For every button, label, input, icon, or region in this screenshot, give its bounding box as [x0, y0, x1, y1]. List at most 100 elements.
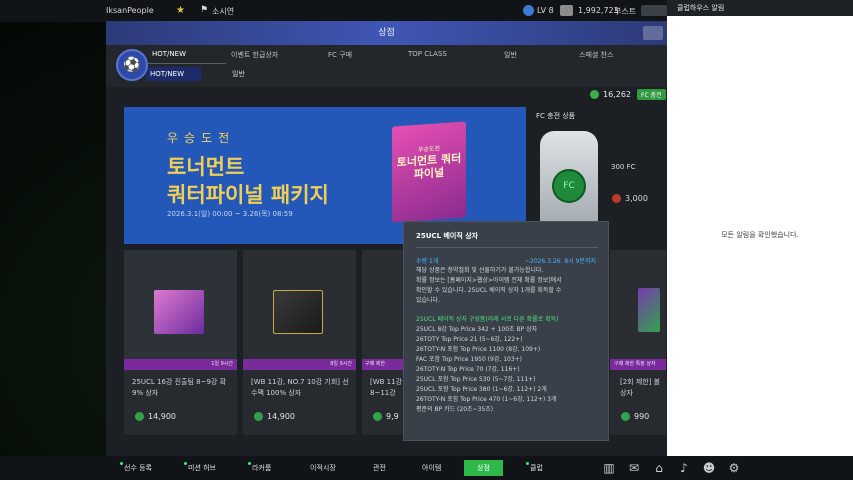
tooltip-item: 26TOTY-N 포함 Top Price 470 (1~6강, 112+) 3… — [416, 396, 557, 403]
product-name: [WB 11강, NO.7 10강 기회] 선수팩 100% 상자 — [251, 378, 349, 397]
tooltip-expiry: ~2026.3.26. 8시 9분까지 — [524, 258, 596, 265]
notification-dot — [184, 462, 187, 465]
product-timer: 구매 제한 — [362, 359, 404, 370]
home-icon[interactable]: ⌂ — [651, 460, 667, 476]
tooltip-composition-title: 25UCL 베이직 상자 구성품(아래 서로 다른 확률로 획득) — [416, 316, 559, 323]
boost-pill[interactable] — [641, 5, 667, 16]
tooltip-item: 26TOTY Top Price 21 (5~6강, 122+) — [416, 336, 523, 343]
subtab-hot-new[interactable]: HOT/NEW — [146, 67, 201, 81]
tab-event-box[interactable]: 이벤트 한급상자 — [231, 50, 278, 60]
fc-price-value: 3,000 — [625, 194, 648, 203]
fc-coin-icon — [373, 412, 382, 421]
fc-coin-image: FC — [552, 169, 586, 203]
tooltip-item-list: 25UCL 8강 Top Price 342 + 100조 BP 상자 26TO… — [416, 325, 596, 415]
tooltip-item: 25UCL 포함 Top Price 380 (1~6강, 112+) 2개 — [416, 386, 547, 393]
summon-label[interactable]: 소시연 — [212, 6, 234, 17]
tooltip-item: 25UCL 포함 Top Price 530 (5~7강, 111+) — [416, 376, 536, 383]
nav-label: 라커룸 — [252, 464, 272, 472]
tab-fc-buy[interactable]: FC 구매 — [328, 50, 352, 60]
coin-icon — [560, 5, 573, 16]
product-card[interactable]: 구매 제한 특정 상자 [2회 제한] 볼 상자 990 — [610, 250, 666, 435]
banner-title-line1: 토너먼트 — [167, 155, 245, 179]
product-art — [243, 250, 356, 359]
fc-balance: 16,262 FC 충전 — [590, 89, 666, 100]
fc-coin-icon — [135, 412, 144, 421]
fc-coin-icon — [254, 412, 263, 421]
gear-icon[interactable]: ⚙ — [726, 460, 742, 476]
product-art — [124, 250, 237, 359]
notification-dot — [248, 462, 251, 465]
product-price: 990 — [621, 412, 649, 421]
product-price: 14,900 — [135, 412, 176, 421]
nav-label: 미션 허브 — [188, 464, 216, 472]
profile-icon[interactable]: ☻ — [701, 460, 717, 476]
product-card[interactable]: 8일 9시간 [WB 11강, NO.7 10강 기회] 선수팩 100% 상자… — [243, 250, 356, 435]
tooltip-title: 25UCL 베이직 상자 — [416, 232, 479, 240]
tab-top-class[interactable]: TOP CLASS — [408, 50, 447, 58]
nav-label: 클럽 — [530, 464, 543, 472]
notification-panel: 클럽하우스 알림 모든 알림을 확인했습니다. — [667, 0, 853, 456]
cash-icon — [612, 194, 621, 203]
shop-tabs: HOT/NEW 이벤트 한급상자 FC 구매 TOP CLASS 일반 스페셜 … — [106, 45, 667, 87]
banner-date: 2026.3.1(일) 00:00 ~ 3.26(목) 08:59 — [167, 210, 293, 218]
nav-locker-room[interactable]: 라커룸 — [248, 460, 272, 476]
tooltip-item: 25UCL 8강 Top Price 342 + 100조 BP 상자 — [416, 326, 538, 333]
product-price-value: 14,900 — [148, 412, 176, 421]
product-price-value: 990 — [634, 412, 650, 421]
subtab-general[interactable]: 일반 — [228, 67, 249, 81]
product-price: 9,9 — [373, 412, 399, 421]
tab-general[interactable]: 일반 — [504, 50, 517, 60]
tooltip-item: 평준의 BP 카드 (20조~35조) — [416, 406, 494, 413]
tooltip-item: 26TOTY-N Top Price 70 (7강, 116+) — [416, 366, 520, 373]
product-timer: 구매 제한 특정 상자 — [610, 359, 666, 370]
product-price: 14,900 — [254, 412, 295, 421]
banner-subtitle: 우승도전 — [167, 131, 236, 145]
product-card[interactable]: 구매 제한 [WB 11강 8~11강 9,9 — [362, 250, 404, 435]
shop-title: 상점 — [378, 28, 395, 38]
nav-club[interactable]: 클럽 — [526, 460, 543, 476]
nav-transfer-market[interactable]: 이적시장 — [310, 460, 336, 476]
product-box-image — [154, 290, 204, 334]
nav-player-register[interactable]: 선수 등록 — [120, 460, 152, 476]
tab-hot-new[interactable]: HOT/NEW — [152, 50, 186, 58]
product-art — [362, 250, 404, 359]
fc-coin-icon — [621, 412, 630, 421]
bell-icon[interactable]: ♪ — [676, 460, 692, 476]
product-box-image — [273, 290, 323, 334]
header-button[interactable] — [643, 26, 663, 40]
package-title: 토너먼트 쿼터파이널 — [396, 151, 462, 182]
nav-spectate[interactable]: 관전 — [373, 460, 386, 476]
boost-label[interactable]: 부스트 — [614, 6, 636, 17]
level-text: LV 8 — [537, 6, 554, 15]
chat-icon[interactable]: ✉ — [626, 460, 642, 476]
banner-title-line2: 쿼터파이널 패키지 — [167, 183, 329, 207]
username: IksanPeople — [106, 6, 154, 15]
notification-empty-message: 모든 알림을 확인했습니다. — [721, 231, 799, 239]
tooltip-desc-line: 확인할 수 있습니다. 25UCL 베이직 상자 1개를 획득할 수 — [416, 287, 562, 294]
product-box-image — [638, 288, 660, 332]
shop-header: 상점 — [106, 21, 667, 45]
notification-dot — [526, 462, 529, 465]
tooltip-description: 해당 상품은 청약철회 및 선물하기가 불가능합니다. 확률 정보는 [홈페이지… — [416, 266, 596, 306]
fc-coin-icon — [590, 90, 599, 99]
product-tooltip: 25UCL 베이직 상자 수량 1개 ~2026.3.26. 8시 9분까지 해… — [403, 221, 609, 441]
fc-charge-button[interactable]: FC 충전 — [637, 89, 666, 100]
trash-icon[interactable]: ▥ — [601, 460, 617, 476]
fc-price: 3,000 — [612, 194, 648, 203]
whistle-icon[interactable]: ⚑ — [200, 5, 208, 15]
nav-label: 선수 등록 — [124, 464, 152, 472]
nav-mission-hub[interactable]: 미션 허브 — [184, 460, 216, 476]
tooltip-item: 26TOTY-N 포함 Top Price 1100 (8강, 109+) — [416, 346, 541, 353]
club-logo-icon: ⚽ — [116, 49, 148, 81]
nav-items[interactable]: 아이템 — [422, 460, 441, 476]
top-bar: IksanPeople ★ ⚑ 소시연 LV 8 1,992,723 부스트 — [0, 0, 667, 22]
product-name: [2회 제한] 볼 상자 — [620, 378, 661, 397]
tooltip-desc-line: 해당 상품은 청약철회 및 선물하기가 불가능합니다. — [416, 267, 544, 274]
product-timer: 8일 9시간 — [243, 359, 356, 370]
product-card[interactable]: 1일 9시간 25UCL 16강 진출팀 8~9강 확 9% 상자 14,900 — [124, 250, 237, 435]
nav-shop[interactable]: 상점 — [464, 460, 503, 476]
tooltip-quantity: 수량 1개 — [416, 258, 439, 265]
notification-dot — [120, 462, 123, 465]
tab-special-chance[interactable]: 스페셜 찬스 — [579, 50, 613, 60]
product-price-value: 9,9 — [386, 412, 399, 421]
